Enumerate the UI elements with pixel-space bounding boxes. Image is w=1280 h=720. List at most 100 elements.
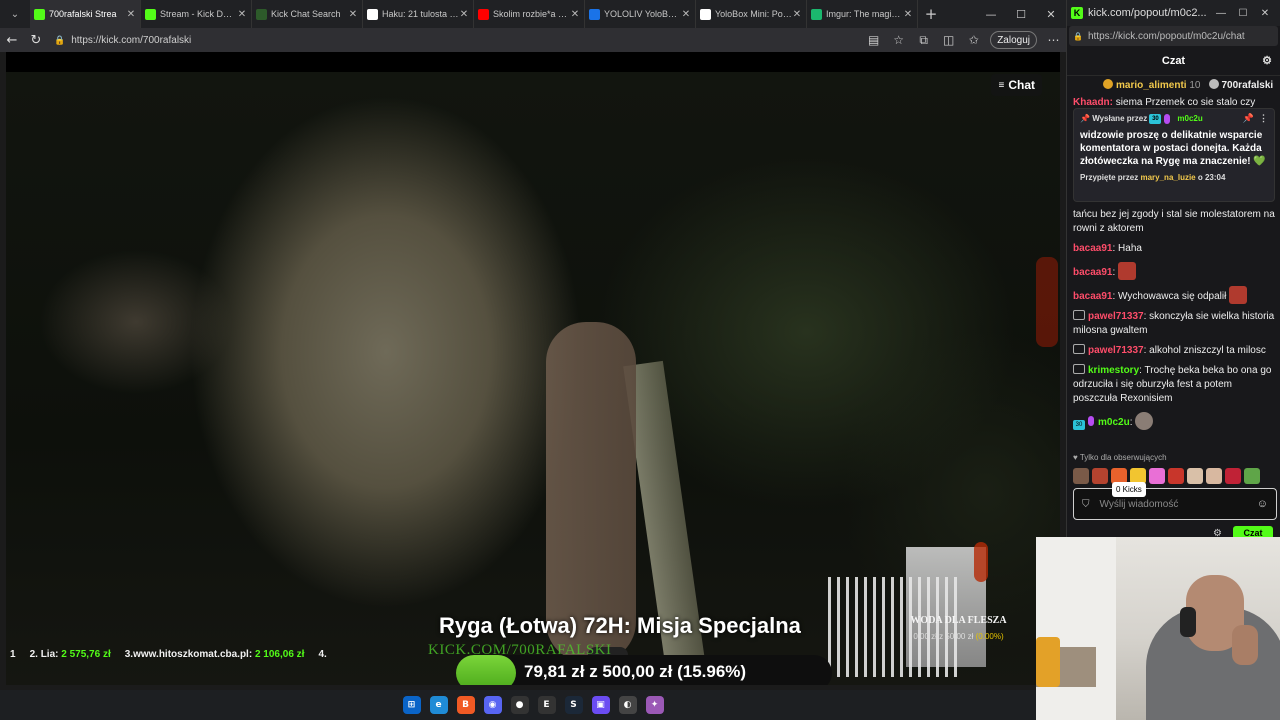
browser-tab[interactable]: Skolim rozbie*a Blar ✕ — [474, 0, 585, 28]
emote-icon[interactable] — [1092, 468, 1108, 484]
chat-message-input[interactable]: ⛉ Wyślij wiadomość ☺ 0 Kicks — [1073, 482, 1277, 520]
favorites-icon[interactable]: ✩ — [961, 33, 986, 47]
split-screen-icon[interactable]: ◫ — [936, 33, 961, 47]
chat-message: tańcu bez jej zgody i stal sie molestato… — [1073, 209, 1275, 234]
chat-url-field[interactable]: 🔒 https://kick.com/popout/m0c2u/chat — [1069, 26, 1278, 46]
headset-icon — [1180, 607, 1196, 637]
badge-icon — [1073, 310, 1085, 320]
maximize-button[interactable]: ☐ — [1006, 8, 1036, 21]
donor-entry: 4. — [318, 649, 327, 660]
emote-icon — [1229, 286, 1248, 304]
reload-button[interactable]: ↻ — [24, 33, 48, 48]
pinned-text: widzowie proszę o delikatnie wsparcie ko… — [1080, 130, 1266, 167]
minimize-button[interactable]: — — [976, 8, 1006, 21]
user-settings-icon[interactable]: ⚙ — [1262, 54, 1272, 67]
github-icon[interactable]: ◐ — [618, 696, 637, 714]
secondary-goal: WODA DLA FLESZA 0,00 zł z 50,00 zł (0.00… — [906, 615, 1011, 641]
chat-messages-list: tańcu bez jej zgody i stal sie molestato… — [1073, 208, 1277, 458]
badge-icon — [1073, 344, 1085, 354]
subscriber-badge-icon: 30 — [1073, 420, 1085, 430]
browser-tab[interactable]: YOLOLIV YoloBox Mi✕ — [585, 0, 696, 28]
youtube-icon — [478, 8, 489, 20]
tab-title: YOLOLIV YoloBox Mi — [604, 9, 681, 19]
maximize-button[interactable]: ☐ — [1232, 8, 1254, 19]
gold-badge-icon — [1103, 79, 1113, 89]
tab-title: YoloBox Mini: Portab — [715, 9, 792, 19]
tab-title: Kick Chat Search — [271, 9, 341, 19]
close-tab-icon[interactable]: ✕ — [348, 9, 358, 20]
windows-start-icon[interactable]: ⊞ — [402, 696, 421, 714]
brave-icon[interactable]: B — [456, 696, 475, 714]
close-tab-icon[interactable]: ✕ — [903, 9, 913, 20]
back-button[interactable]: ← — [0, 33, 24, 48]
leader-entry[interactable]: mario_alimenti 10 — [1103, 79, 1201, 91]
donor-entry: 3.www.hitoszkomat.cba.pl: 2 106,06 zł — [124, 649, 305, 660]
top-donors-ticker: 1 2. Lia: 2 575,76 zł 3.www.hitoszkomat.… — [10, 649, 327, 660]
minimize-button[interactable]: — — [1210, 8, 1232, 19]
app-icon[interactable]: ▣ — [591, 696, 610, 714]
webcam-overlay — [1036, 537, 1280, 720]
more-menu-icon[interactable]: ⋯ — [1041, 33, 1066, 47]
emote-icon[interactable] — [1225, 468, 1241, 484]
url-field[interactable]: 🔒 https://kick.com/700rafalski — [48, 30, 861, 50]
tab-menu-button[interactable]: ⌄ — [0, 0, 30, 28]
tab-title: Stream - Kick Dashb — [160, 9, 237, 19]
emote-icon[interactable] — [1244, 468, 1260, 484]
emote-icon[interactable] — [1187, 468, 1203, 484]
chat-toggle-label: Chat — [1008, 78, 1035, 92]
close-tab-icon[interactable]: ✕ — [459, 9, 469, 20]
video-letterbox — [6, 52, 1060, 72]
chat-toggle-button[interactable]: ≡ Chat — [991, 74, 1042, 96]
donor-entry: 2. Lia: 2 575,76 zł — [29, 649, 111, 660]
leader-entry[interactable]: 700rafalski — [1208, 79, 1273, 91]
browser-tab[interactable]: Stream - Kick Dashb ✕ — [141, 0, 252, 28]
edge-icon[interactable]: e — [429, 696, 448, 714]
new-tab-button[interactable]: + — [918, 5, 944, 23]
close-tab-icon[interactable]: ✕ — [792, 9, 802, 20]
reader-icon[interactable]: ▤ — [861, 33, 886, 47]
browser-tab[interactable]: Imgur: The magic of ✕ — [807, 0, 918, 28]
close-window-button[interactable]: ✕ — [1036, 8, 1066, 21]
emote-icon[interactable] — [1206, 468, 1222, 484]
browser-tab[interactable]: YoloBox Mini: Portab ✕ — [696, 0, 807, 28]
url-text: https://kick.com/700rafalski — [71, 34, 192, 46]
browser-tab[interactable]: Kick Chat Search ✕ — [252, 0, 363, 28]
address-bar: ← ↻ 🔒 https://kick.com/700rafalski ▤ ☆ ⧉… — [0, 28, 1066, 52]
k-icon — [367, 8, 378, 20]
discord-icon[interactable]: ◉ — [483, 696, 502, 714]
emote-icon[interactable] — [1073, 468, 1089, 484]
yolobox-icon — [700, 8, 711, 20]
taskbar: ⊞ e B ◉ ● E S ▣ ◐ ✦ — [0, 690, 1066, 720]
emote-icon[interactable] — [1149, 468, 1165, 484]
close-window-button[interactable]: ✕ — [1254, 8, 1276, 19]
browser-window: ⌄ 700rafalski Strea ✕ Stream - Kick Dashb ✕… — [0, 0, 1066, 720]
pinned-actions[interactable]: 📌 ⋮ — [1243, 113, 1268, 124]
search-icon — [589, 8, 600, 20]
login-button[interactable]: Zaloguj — [990, 31, 1037, 49]
close-tab-icon[interactable]: ✕ — [570, 9, 580, 20]
progress-fill — [456, 655, 516, 685]
tab-title: Skolim rozbie*a Blar — [493, 9, 570, 19]
followers-only-notice: ♥ Tylko dla obserwujących — [1073, 453, 1167, 462]
browser-tab[interactable]: 700rafalski Strea ✕ — [30, 0, 141, 28]
close-tab-icon[interactable]: ✕ — [681, 9, 691, 20]
emoji-picker-icon[interactable]: ☺ — [1257, 498, 1268, 510]
extensions-icon[interactable]: ⧉ — [911, 33, 936, 48]
close-tab-icon[interactable]: ✕ — [237, 9, 247, 20]
browser-tab[interactable]: Haku: 21 tulosta hak ✕ — [363, 0, 474, 28]
obs-icon[interactable]: ● — [510, 696, 529, 714]
chat-popout-window: K kick.com/popout/m0c2... — ☐ ✕ 🔒 https:… — [1066, 0, 1280, 540]
badge-icon — [1073, 364, 1085, 374]
chat-header: Czat ⚙ — [1067, 46, 1280, 76]
steam-icon[interactable]: S — [564, 696, 583, 714]
subscriber-badge-icon: 30 — [1149, 113, 1162, 124]
copilot-icon[interactable]: ✦ — [645, 696, 664, 714]
epic-games-icon[interactable]: E — [537, 696, 556, 714]
stream-title-overlay: Ryga (Łotwa) 72H: Misja Specjalna — [439, 613, 801, 638]
video-player[interactable]: ≡ Chat Ryga (Łotwa) 72H: Misja Specjalna… — [6, 52, 1060, 685]
pinned-footer: Przypięte przez mary_na_luzie o 23:04 — [1080, 173, 1226, 182]
emote-icon[interactable] — [1168, 468, 1184, 484]
close-tab-icon[interactable]: ✕ — [126, 9, 136, 20]
favorite-star-icon[interactable]: ☆ — [886, 33, 911, 47]
emote-icon — [1135, 412, 1154, 430]
